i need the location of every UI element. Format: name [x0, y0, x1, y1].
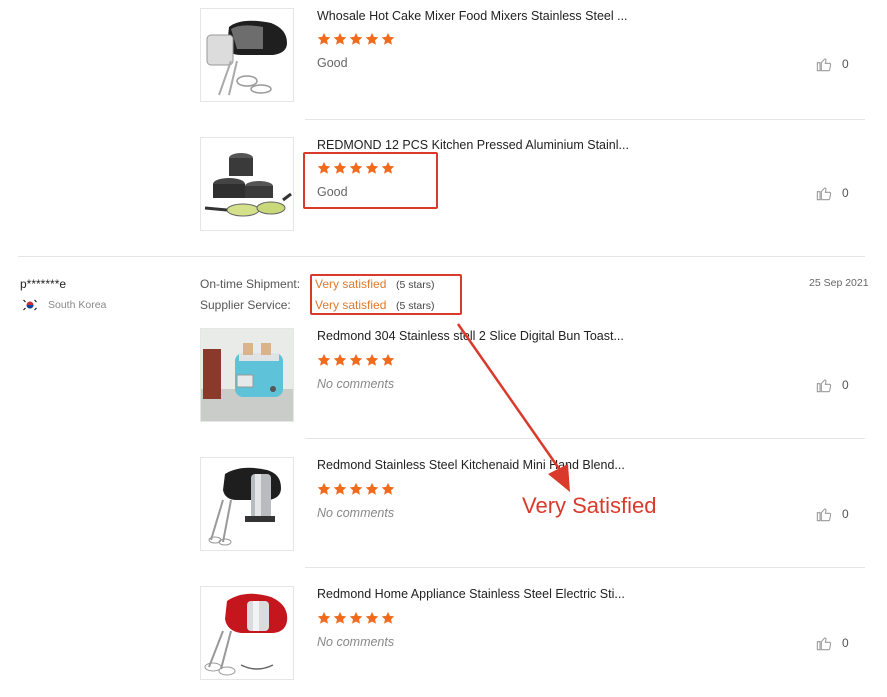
star-icon: [333, 482, 347, 495]
star-icon: [381, 482, 395, 495]
star-icon: [333, 353, 347, 366]
like-button[interactable]: 0: [816, 635, 849, 651]
product-rating: [317, 482, 395, 496]
star-icon: [365, 32, 379, 45]
annotation-text: Very Satisfied: [522, 493, 657, 518]
star-icon: [317, 482, 331, 495]
thumbs-up-icon: [816, 58, 832, 72]
divider: [305, 119, 865, 120]
star-icon: [333, 32, 347, 45]
like-count: 0: [842, 636, 849, 650]
product-rating: [317, 353, 395, 367]
product-image[interactable]: [200, 328, 294, 422]
like-button[interactable]: 0: [816, 185, 849, 201]
reviewer-country: South Korea: [48, 299, 107, 311]
review-comment: No comments: [317, 635, 395, 649]
star-icon: [365, 482, 379, 495]
like-count: 0: [842, 57, 849, 71]
country-flag-icon: [22, 298, 38, 312]
product-image[interactable]: [200, 137, 294, 231]
product-title[interactable]: Whosale Hot Cake Mixer Food Mixers Stain…: [317, 9, 628, 23]
star-icon: [381, 32, 395, 45]
star-icon: [349, 32, 363, 45]
review-comment: No comments: [317, 377, 395, 391]
product-image[interactable]: [200, 586, 294, 680]
like-button[interactable]: 0: [816, 56, 849, 72]
product-image[interactable]: [200, 457, 294, 551]
thumbs-up-icon: [816, 187, 832, 201]
review-comment: No comments: [317, 506, 395, 520]
product-title[interactable]: REDMOND 12 PCS Kitchen Pressed Aluminium…: [317, 138, 629, 152]
star-icon: [317, 353, 331, 366]
review-date: 25 Sep 2021: [809, 277, 869, 289]
thumbs-up-icon: [816, 637, 832, 651]
highlight-box-satisfaction: [310, 274, 462, 315]
star-icon: [381, 611, 395, 624]
like-count: 0: [842, 378, 849, 392]
product-rating: [317, 32, 395, 46]
annotation-arrow: [456, 323, 570, 492]
like-button[interactable]: 0: [816, 506, 849, 522]
divider: [305, 567, 865, 568]
like-button[interactable]: 0: [816, 377, 849, 393]
star-icon: [349, 353, 363, 366]
like-count: 0: [842, 186, 849, 200]
product-title[interactable]: Redmond Home Appliance Stainless Steel E…: [317, 587, 625, 601]
star-icon: [365, 611, 379, 624]
product-image[interactable]: [200, 8, 294, 102]
reviewer-name: p*******e: [20, 277, 67, 291]
star-icon: [317, 32, 331, 45]
review-divider: [18, 256, 865, 257]
thumbs-up-icon: [816, 379, 832, 393]
product-rating: [317, 611, 395, 625]
thumbs-up-icon: [816, 508, 832, 522]
highlight-box-rating: [303, 152, 438, 209]
star-icon: [317, 611, 331, 624]
star-icon: [349, 611, 363, 624]
star-icon: [349, 482, 363, 495]
review-comment: Good: [317, 56, 348, 70]
shipment-label: On-time Shipment:: [200, 277, 301, 291]
star-icon: [333, 611, 347, 624]
star-icon: [365, 353, 379, 366]
service-label: Supplier Service:: [200, 298, 291, 312]
star-icon: [381, 353, 395, 366]
like-count: 0: [842, 507, 849, 521]
